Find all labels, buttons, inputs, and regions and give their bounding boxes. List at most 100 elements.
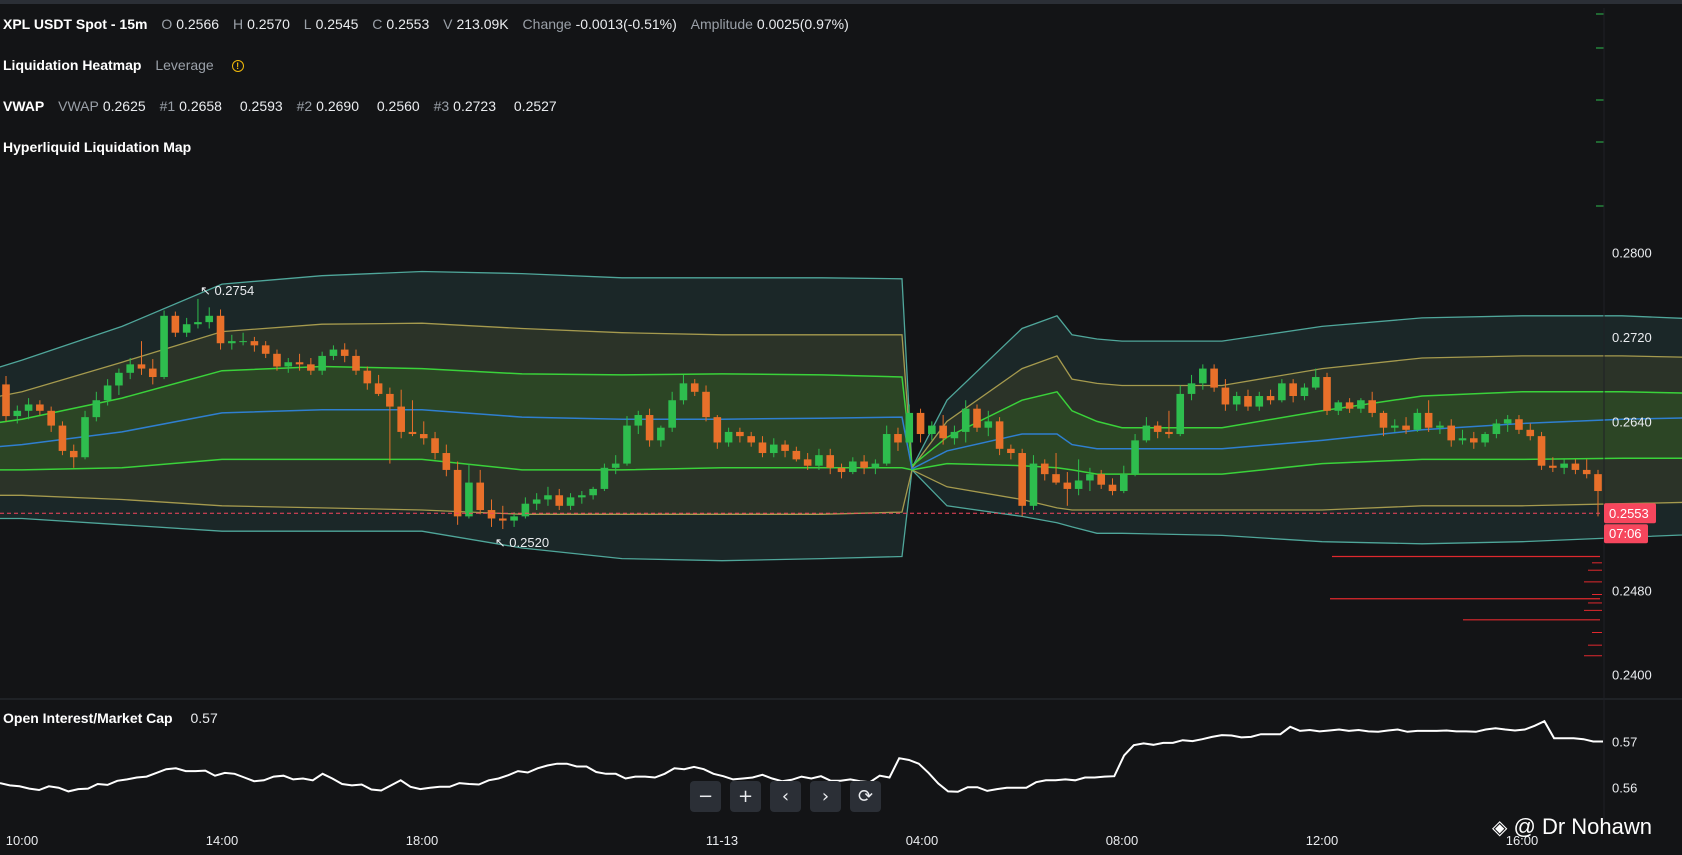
candle-body [578, 495, 586, 498]
candle-body [1549, 465, 1557, 468]
candle-body [510, 516, 518, 521]
high-value: 0.2570 [247, 16, 290, 32]
candle-body [352, 355, 360, 371]
candle-body [1108, 484, 1117, 492]
candle-body [1537, 436, 1546, 466]
candle-body [1334, 402, 1343, 411]
candle-body [194, 322, 202, 325]
candle-body [837, 467, 846, 473]
candle-body [1526, 429, 1535, 437]
candle-body [1018, 453, 1026, 506]
chevron-right-icon[interactable]: › [810, 781, 841, 812]
candle-body [1515, 419, 1523, 430]
candle-body [645, 415, 654, 441]
candle-body [826, 455, 835, 468]
candle-body [13, 410, 22, 417]
candle-body [747, 436, 755, 443]
band1-label: #1 [159, 98, 176, 114]
candle-body [566, 497, 575, 506]
candle-body [182, 324, 191, 333]
candle-body [1311, 377, 1320, 388]
band1-lower: 0.2593 [239, 98, 283, 114]
candle-body [476, 482, 485, 511]
candle-body [228, 341, 236, 344]
candle-body [307, 364, 315, 371]
candle-body [295, 362, 304, 365]
candle-body [1266, 396, 1275, 401]
candle-body [532, 499, 541, 504]
candle-body [137, 364, 146, 369]
refresh-icon[interactable]: ⟳ [850, 781, 881, 812]
liquidation-heatmap-header[interactable]: Liquidation Heatmap Leverage ! [3, 56, 244, 74]
candle-body [216, 315, 225, 344]
candle-body [1470, 438, 1478, 443]
candle-body [815, 455, 823, 466]
open-value: 0.2566 [176, 16, 220, 32]
candle-body [1447, 425, 1456, 441]
leverage-label[interactable]: Leverage [155, 57, 213, 73]
time-tick-label: 11-13 [706, 833, 738, 848]
candle-body [374, 383, 383, 394]
candle-body [1368, 400, 1376, 413]
candle-body [1097, 474, 1106, 485]
candle-body [442, 453, 451, 470]
candle-body [611, 463, 620, 468]
candle-body [803, 459, 812, 466]
candle-body [1289, 383, 1297, 397]
countdown-label: 07:06 [1609, 526, 1642, 541]
candle-body [239, 341, 247, 343]
vwap-title: VWAP [3, 98, 45, 114]
candle-body [600, 467, 609, 489]
candle-body [928, 425, 936, 435]
candle-body [1413, 412, 1422, 430]
minus-icon[interactable]: − [690, 781, 721, 812]
candle-body [939, 425, 947, 439]
low-marker: ↖ 0.2520 [495, 535, 549, 550]
hyperliquid-header: Hyperliquid Liquidation Map [3, 138, 191, 156]
candle-body [1594, 474, 1602, 492]
candle-body [36, 404, 44, 411]
candle-body [24, 404, 33, 411]
candle-body [1007, 448, 1015, 454]
candle-body [1481, 434, 1489, 443]
candle-body [386, 393, 394, 407]
candle-body [103, 385, 112, 401]
symbol-title: XPL USDT Spot - 15m [3, 16, 148, 32]
open-interest-value: 0.57 [190, 710, 218, 726]
candle-body [1221, 387, 1230, 405]
candle-body [160, 315, 168, 378]
candle-body [261, 345, 270, 354]
candle-body [1040, 463, 1049, 475]
candle-body [1278, 383, 1286, 401]
liquidation-heatmap-title: Liquidation Heatmap [3, 57, 142, 73]
warning-circle-icon[interactable]: ! [231, 60, 244, 72]
candle-body [1153, 425, 1162, 432]
candle-body [498, 518, 507, 521]
candle-body [792, 450, 801, 460]
candle-body [1052, 474, 1060, 483]
plus-icon[interactable]: + [730, 781, 761, 812]
change-value: -0.0013(-0.51%) [575, 16, 677, 32]
candle-body [1119, 474, 1128, 492]
candle-body [1187, 383, 1196, 394]
candle-body [81, 417, 89, 458]
candle-body [758, 442, 767, 454]
candle-body [1492, 423, 1501, 435]
chart-navigation: − + ‹ › ⟳ [690, 781, 881, 813]
candle-body [487, 510, 496, 519]
low-label: L [303, 16, 312, 32]
chevron-left-icon[interactable]: ‹ [770, 781, 801, 812]
candle-body [115, 372, 123, 386]
candle-body [1142, 425, 1151, 441]
band3-label: #3 [433, 98, 450, 114]
time-tick-label: 14:00 [206, 833, 239, 848]
candle-body [882, 434, 891, 464]
volume-label: V [443, 16, 453, 32]
candle-body [860, 461, 868, 468]
band2-lower: 0.2560 [376, 98, 420, 114]
band2-upper: 0.2690 [316, 98, 359, 114]
candle-body [148, 368, 157, 378]
candle-body [1029, 463, 1038, 506]
time-tick-label: 08:00 [1106, 833, 1139, 848]
candle-body [340, 349, 349, 356]
